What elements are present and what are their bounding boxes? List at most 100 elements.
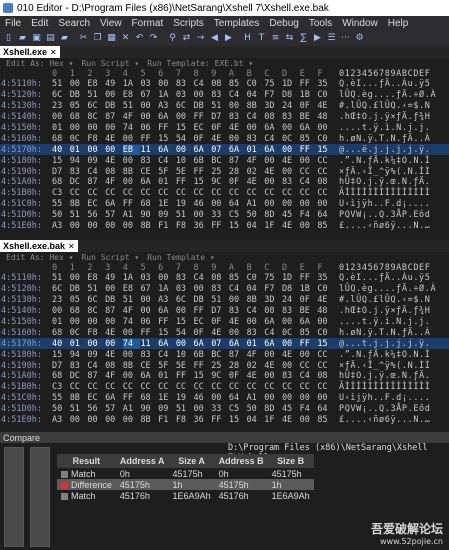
hex-byte[interactable]: F7 — [264, 90, 282, 100]
hex-byte[interactable]: 4E — [264, 361, 282, 371]
hex-byte[interactable]: 04 — [247, 90, 265, 100]
hex-byte[interactable]: C0 — [317, 284, 335, 294]
hex-byte[interactable]: 87 — [229, 156, 247, 166]
hex-row[interactable]: 4:51C0h: 55 8B EC 6A FF 68 1E 19 46 00 64 A1 00 00 00 00… — [0, 393, 449, 404]
hex-byte[interactable]: 00 — [176, 339, 194, 349]
hex-byte[interactable]: 83 — [70, 361, 88, 371]
hex-byte[interactable]: 00 — [264, 177, 282, 187]
hex-byte[interactable]: C4 — [247, 306, 265, 316]
hex-byte[interactable]: F8 — [176, 221, 194, 231]
hex-byte[interactable]: D8 — [282, 90, 300, 100]
hex-byte[interactable]: 6A — [264, 339, 282, 349]
hex-byte[interactable]: 4E — [105, 350, 123, 360]
hex-byte[interactable]: 68 — [140, 199, 158, 209]
hex-byte[interactable]: 0F — [300, 295, 318, 305]
row-ascii[interactable]: hÜ‡O.j.ÿ.œ.N.ƒÄ. — [336, 177, 446, 187]
hex-byte[interactable]: 00 — [87, 317, 105, 327]
hex-byte[interactable]: 83 — [140, 350, 158, 360]
hex-byte[interactable]: 11 — [140, 339, 158, 349]
hex-byte[interactable]: 48 — [317, 306, 335, 316]
hex-byte[interactable]: 51 — [211, 101, 229, 111]
hex-byte[interactable]: 83 — [211, 90, 229, 100]
hex-byte[interactable]: C4 — [300, 177, 318, 187]
hex-byte[interactable]: 23 — [52, 101, 70, 111]
hex-byte[interactable]: 83 — [247, 328, 265, 338]
hex-byte[interactable]: CC — [247, 382, 265, 392]
compare-row[interactable]: Difference 45175h 1h 45175h 1h — [57, 479, 314, 490]
hex-byte[interactable]: CC — [194, 382, 212, 392]
hex-byte[interactable]: 00 — [300, 415, 318, 425]
hex-byte[interactable]: 00 — [123, 177, 141, 187]
hex-byte[interactable]: A1 — [247, 199, 265, 209]
save-icon[interactable]: ▣ — [30, 32, 43, 45]
hex-byte[interactable]: C4 — [229, 90, 247, 100]
hex-byte[interactable]: CC — [317, 167, 335, 177]
hex-row[interactable]: 4:5140h: 00 68 8C 87 4F 00 6A 00 FF D7 83 C4 08 83 BE 48… — [0, 112, 449, 123]
compare-row[interactable]: Match 0h 45175h 0h 45175h — [57, 468, 314, 479]
hex-byte[interactable]: 00 — [105, 221, 123, 231]
hex-byte[interactable]: 46 — [194, 199, 212, 209]
hex-byte[interactable]: 6A — [105, 199, 123, 209]
hex-byte[interactable]: 6A — [300, 317, 318, 327]
hex-byte[interactable]: 00 — [140, 295, 158, 305]
hex-byte[interactable]: 6A — [158, 306, 176, 316]
hex-row[interactable]: 4:5150h: 01 00 00 00 74 06 FF 15 EC 0F 4E 00 6A 00 6A 00… — [0, 317, 449, 328]
hex-byte[interactable]: 0C — [70, 134, 88, 144]
hex-byte[interactable]: 4F — [247, 350, 265, 360]
hex-byte[interactable]: CC — [317, 361, 335, 371]
hex-byte[interactable]: 00 — [105, 415, 123, 425]
list-icon[interactable]: ☰ — [325, 32, 338, 45]
hex-row[interactable]: 4:5140h: 00 68 8C 87 4F 00 6A 00 FF D7 83 C4 08 83 BE 48… — [0, 306, 449, 317]
hex-byte[interactable]: 11 — [140, 145, 158, 155]
hex-byte[interactable]: 00 — [282, 317, 300, 327]
hex-byte[interactable]: 02 — [247, 361, 265, 371]
more-icon[interactable]: ⋯ — [339, 32, 352, 45]
hex-byte[interactable]: 00 — [229, 295, 247, 305]
hex-byte[interactable]: EC — [194, 317, 212, 327]
hex-byte[interactable]: 04 — [247, 415, 265, 425]
menu-item-help[interactable]: Help — [383, 18, 414, 29]
hex-panel-1[interactable]: 0 1 2 3 4 5 6 7 8 9 A B C D E F 0123456789ABCDEF 4:5110h:… — [0, 68, 449, 238]
hex-byte[interactable]: 51 — [176, 404, 194, 414]
open-folder-icon[interactable]: ▰ — [16, 32, 29, 45]
hex-byte[interactable]: 15 — [317, 339, 335, 349]
hex-byte[interactable]: 1F — [264, 415, 282, 425]
hex-byte[interactable]: 15 — [176, 123, 194, 133]
hex-byte[interactable]: 51 — [52, 79, 70, 89]
hex-byte[interactable]: CE — [140, 167, 158, 177]
hex-byte[interactable]: 6C — [176, 295, 194, 305]
hex-byte[interactable]: 4E — [282, 156, 300, 166]
hex-byte[interactable]: C5 — [229, 210, 247, 220]
hex-byte[interactable]: 00 — [87, 415, 105, 425]
hex-byte[interactable]: 6A — [264, 123, 282, 133]
text-icon[interactable]: T — [255, 32, 268, 45]
hex-byte[interactable]: 56 — [87, 210, 105, 220]
hex-byte[interactable]: 00 — [140, 306, 158, 316]
hex-byte[interactable]: 00 — [70, 221, 88, 231]
hex-byte[interactable]: CC — [211, 382, 229, 392]
row-ascii[interactable]: £....‹ñø6ÿ...N.… — [336, 221, 446, 231]
row-ascii[interactable]: @...ë.j.j.j.j.ÿ. — [336, 145, 446, 155]
hex-byte[interactable]: 51 — [87, 90, 105, 100]
hex-byte[interactable]: 83 — [211, 284, 229, 294]
hex-byte[interactable]: 6A — [158, 145, 176, 155]
hex-byte[interactable]: 00 — [105, 90, 123, 100]
hex-byte[interactable]: F4 — [300, 210, 318, 220]
hex-byte[interactable]: C3 — [52, 382, 70, 392]
hex-byte[interactable]: 4F — [123, 306, 141, 316]
hex-byte[interactable]: 50 — [52, 210, 70, 220]
hex-byte[interactable]: 85 — [317, 221, 335, 231]
hex-byte[interactable]: 8B — [247, 295, 265, 305]
hex-byte[interactable]: 0F — [211, 123, 229, 133]
hex-byte[interactable]: F8 — [176, 415, 194, 425]
hex-byte[interactable]: CC — [317, 350, 335, 360]
hex-byte[interactable]: 09 — [87, 156, 105, 166]
hex-row[interactable]: 4:5180h: 15 94 09 4E 00 83 C4 10 6B BC 87 4F 00 4E 00 CC… — [0, 349, 449, 360]
hex-byte[interactable]: 00 — [282, 145, 300, 155]
hex-byte[interactable]: C4 — [87, 167, 105, 177]
hex-byte[interactable]: 45 — [282, 404, 300, 414]
hex-byte[interactable]: FF — [194, 306, 212, 316]
hex-byte[interactable]: 6A — [229, 339, 247, 349]
hex-byte[interactable]: 00 — [123, 156, 141, 166]
menu-item-window[interactable]: Window — [337, 18, 383, 29]
